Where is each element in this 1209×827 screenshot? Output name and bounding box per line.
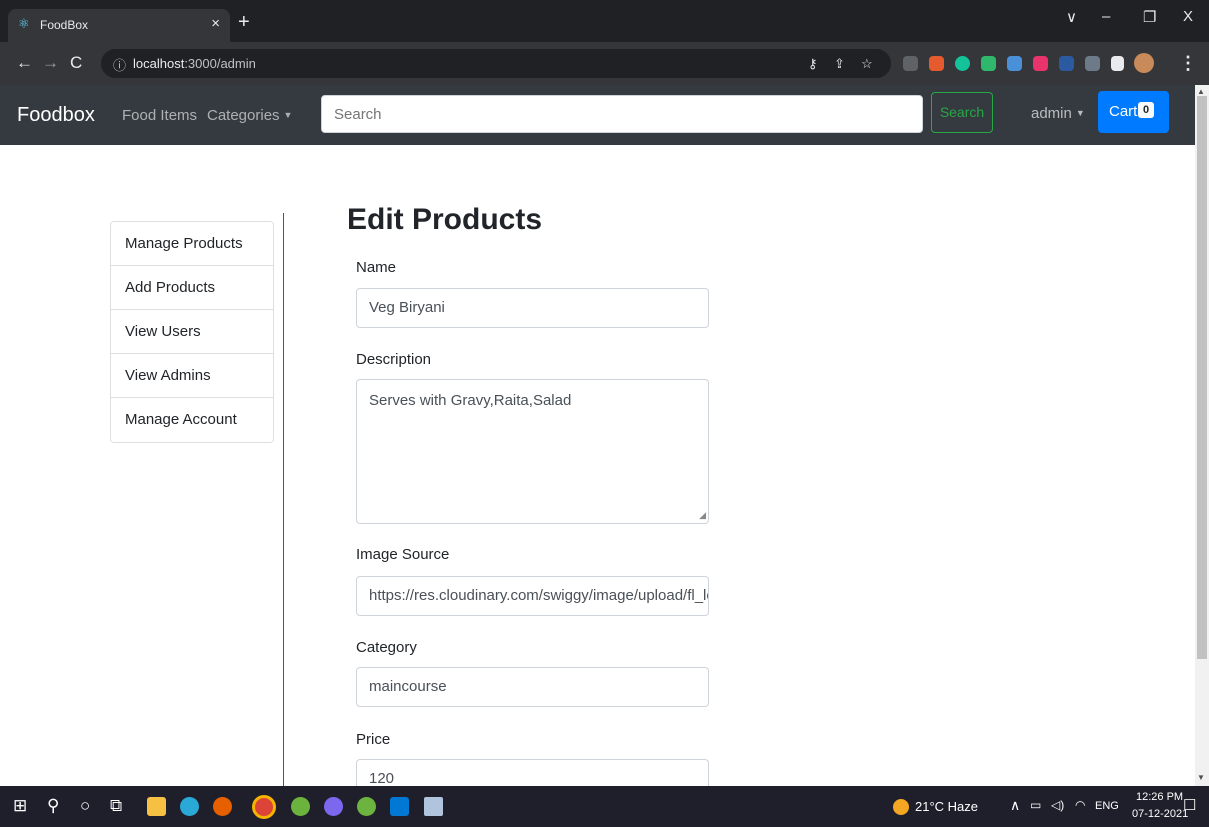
key-icon[interactable]: ⚷ — [808, 56, 818, 72]
arrow-right-icon[interactable]: → — [42, 53, 59, 73]
extension-icon[interactable] — [929, 56, 944, 71]
menu-icon[interactable]: ⋮ — [1179, 53, 1197, 74]
chevron-up-icon[interactable]: ∧ — [1010, 797, 1020, 814]
extension-icon[interactable] — [903, 56, 918, 71]
new-tab-icon[interactable]: + — [238, 12, 250, 32]
scroll-up-icon[interactable]: ▲ — [1197, 87, 1205, 96]
tab-title: FoodBox — [40, 18, 89, 32]
name-field[interactable]: Veg Biryani — [356, 288, 709, 328]
url-path: :3000/admin — [184, 56, 256, 71]
resize-handle-icon[interactable]: ◢ — [699, 510, 706, 521]
wifi-icon[interactable]: ◠ — [1075, 798, 1085, 812]
nav-food-items[interactable]: Food Items — [122, 107, 197, 124]
chevron-down-icon: ▼ — [1075, 108, 1085, 118]
clock-time[interactable]: 12:26 PM — [1136, 791, 1183, 803]
search-button[interactable]: Search — [931, 92, 993, 133]
description-text: Serves with Gravy,Raita,Salad — [369, 392, 572, 409]
arrow-left-icon[interactable]: ← — [16, 53, 33, 73]
vertical-divider — [283, 213, 284, 786]
close-window-icon[interactable]: X — [1183, 8, 1193, 25]
sidebar-item-view-admins[interactable]: View Admins — [111, 354, 273, 398]
avatar[interactable] — [1134, 53, 1154, 73]
cart-count-badge: 0 — [1138, 102, 1155, 118]
language-indicator[interactable]: ENG — [1095, 800, 1119, 812]
admin-sidebar: Manage Products Add Products View Users … — [110, 221, 274, 443]
edge-icon[interactable] — [180, 797, 199, 816]
image-source-field[interactable]: https://res.cloudinary.com/swiggy/image/… — [356, 576, 709, 616]
notification-icon[interactable]: ☐ — [1183, 796, 1196, 814]
clock-date[interactable]: 07-12-2021 — [1132, 808, 1188, 820]
close-tab-icon[interactable]: × — [211, 15, 220, 32]
react-icon: ⚛ — [18, 16, 30, 31]
browser-tabstrip: ⚛ FoodBox × + ∨ – ❐ X — [0, 0, 1209, 42]
address-bar[interactable]: ⓘ localhost:3000/admin ⚷ ⇪ ☆ — [101, 49, 891, 78]
price-label: Price — [356, 731, 391, 748]
weather-icon[interactable] — [893, 799, 909, 815]
cart-button[interactable]: Cart 0 — [1098, 91, 1169, 133]
share-icon[interactable]: ⇪ — [834, 56, 845, 72]
grammarly-icon[interactable] — [955, 56, 970, 71]
windows-start-icon[interactable]: ⊞ — [13, 796, 27, 816]
browser-toolbar: ← → C ⓘ localhost:3000/admin ⚷ ⇪ ☆ ⋮ — [0, 42, 1209, 85]
reload-icon[interactable]: C — [70, 53, 82, 73]
sidebar-item-view-users[interactable]: View Users — [111, 310, 273, 354]
nav-categories-label: Categories — [207, 107, 280, 124]
page-title: Edit Products — [347, 203, 543, 236]
category-field[interactable]: maincourse — [356, 667, 709, 707]
info-icon[interactable]: ⓘ — [113, 55, 126, 74]
restore-icon[interactable]: ❐ — [1143, 8, 1156, 26]
price-field[interactable]: 120 — [356, 759, 709, 786]
tab-search-icon[interactable]: ∨ — [1066, 8, 1077, 26]
screen: ⚛ FoodBox × + ∨ – ❐ X ← → C ⓘ localhost:… — [0, 0, 1209, 827]
browser-tab[interactable]: ⚛ FoodBox × — [8, 9, 230, 42]
url-host: localhost — [133, 56, 185, 71]
extension-icon[interactable] — [1085, 56, 1100, 71]
eclipse-icon[interactable] — [324, 797, 343, 816]
brand-logo[interactable]: Foodbox — [17, 104, 95, 127]
firefox-icon[interactable] — [213, 797, 232, 816]
admin-label: admin — [1031, 105, 1072, 122]
search-icon[interactable]: ⚲ — [47, 796, 59, 816]
extension-icon[interactable] — [1059, 56, 1074, 71]
extension-icon[interactable] — [1007, 56, 1022, 71]
nav-categories[interactable]: Categories ▼ — [207, 107, 292, 124]
volume-icon[interactable]: ◁) — [1051, 798, 1064, 812]
scroll-down-icon[interactable]: ▼ — [1197, 773, 1205, 782]
description-field[interactable]: Serves with Gravy,Raita,Salad ◢ — [356, 379, 709, 524]
star-icon[interactable]: ☆ — [861, 56, 873, 72]
file-explorer-icon[interactable] — [147, 797, 166, 816]
minimize-icon[interactable]: – — [1102, 8, 1110, 25]
battery-icon[interactable]: ▭ — [1030, 798, 1041, 812]
cortana-icon[interactable]: ○ — [80, 796, 90, 816]
admin-dropdown[interactable]: admin ▼ — [1031, 105, 1085, 122]
chevron-down-icon: ▼ — [283, 110, 293, 120]
description-label: Description — [356, 351, 432, 368]
url-text: localhost:3000/admin — [133, 56, 256, 71]
chrome-icon[interactable] — [252, 795, 276, 819]
puzzle-icon[interactable] — [1111, 56, 1124, 71]
cart-label: Cart — [1109, 103, 1138, 120]
search-input[interactable] — [321, 95, 923, 133]
windows-taskbar: ⊞ ⚲ ○ ⧉ 21°C Haze ∧ ▭ ◁) ◠ ENG 12:26 PM … — [0, 786, 1209, 827]
name-label: Name — [356, 259, 397, 276]
sidebar-item-manage-account[interactable]: Manage Account — [111, 398, 273, 442]
extension-icon[interactable] — [981, 56, 996, 71]
task-view-icon[interactable]: ⧉ — [110, 796, 122, 816]
sidebar-item-manage-products[interactable]: Manage Products — [111, 222, 273, 266]
category-label: Category — [356, 639, 417, 656]
scrollbar-thumb[interactable] — [1197, 96, 1207, 659]
image-source-label: Image Source — [356, 546, 450, 563]
vscode-icon[interactable] — [390, 797, 409, 816]
app-icon[interactable] — [291, 797, 310, 816]
weather-text[interactable]: 21°C Haze — [915, 799, 978, 814]
extension-icon[interactable] — [1033, 56, 1048, 71]
spring-icon[interactable] — [357, 797, 376, 816]
sidebar-item-add-products[interactable]: Add Products — [111, 266, 273, 310]
app-icon[interactable] — [424, 797, 443, 816]
